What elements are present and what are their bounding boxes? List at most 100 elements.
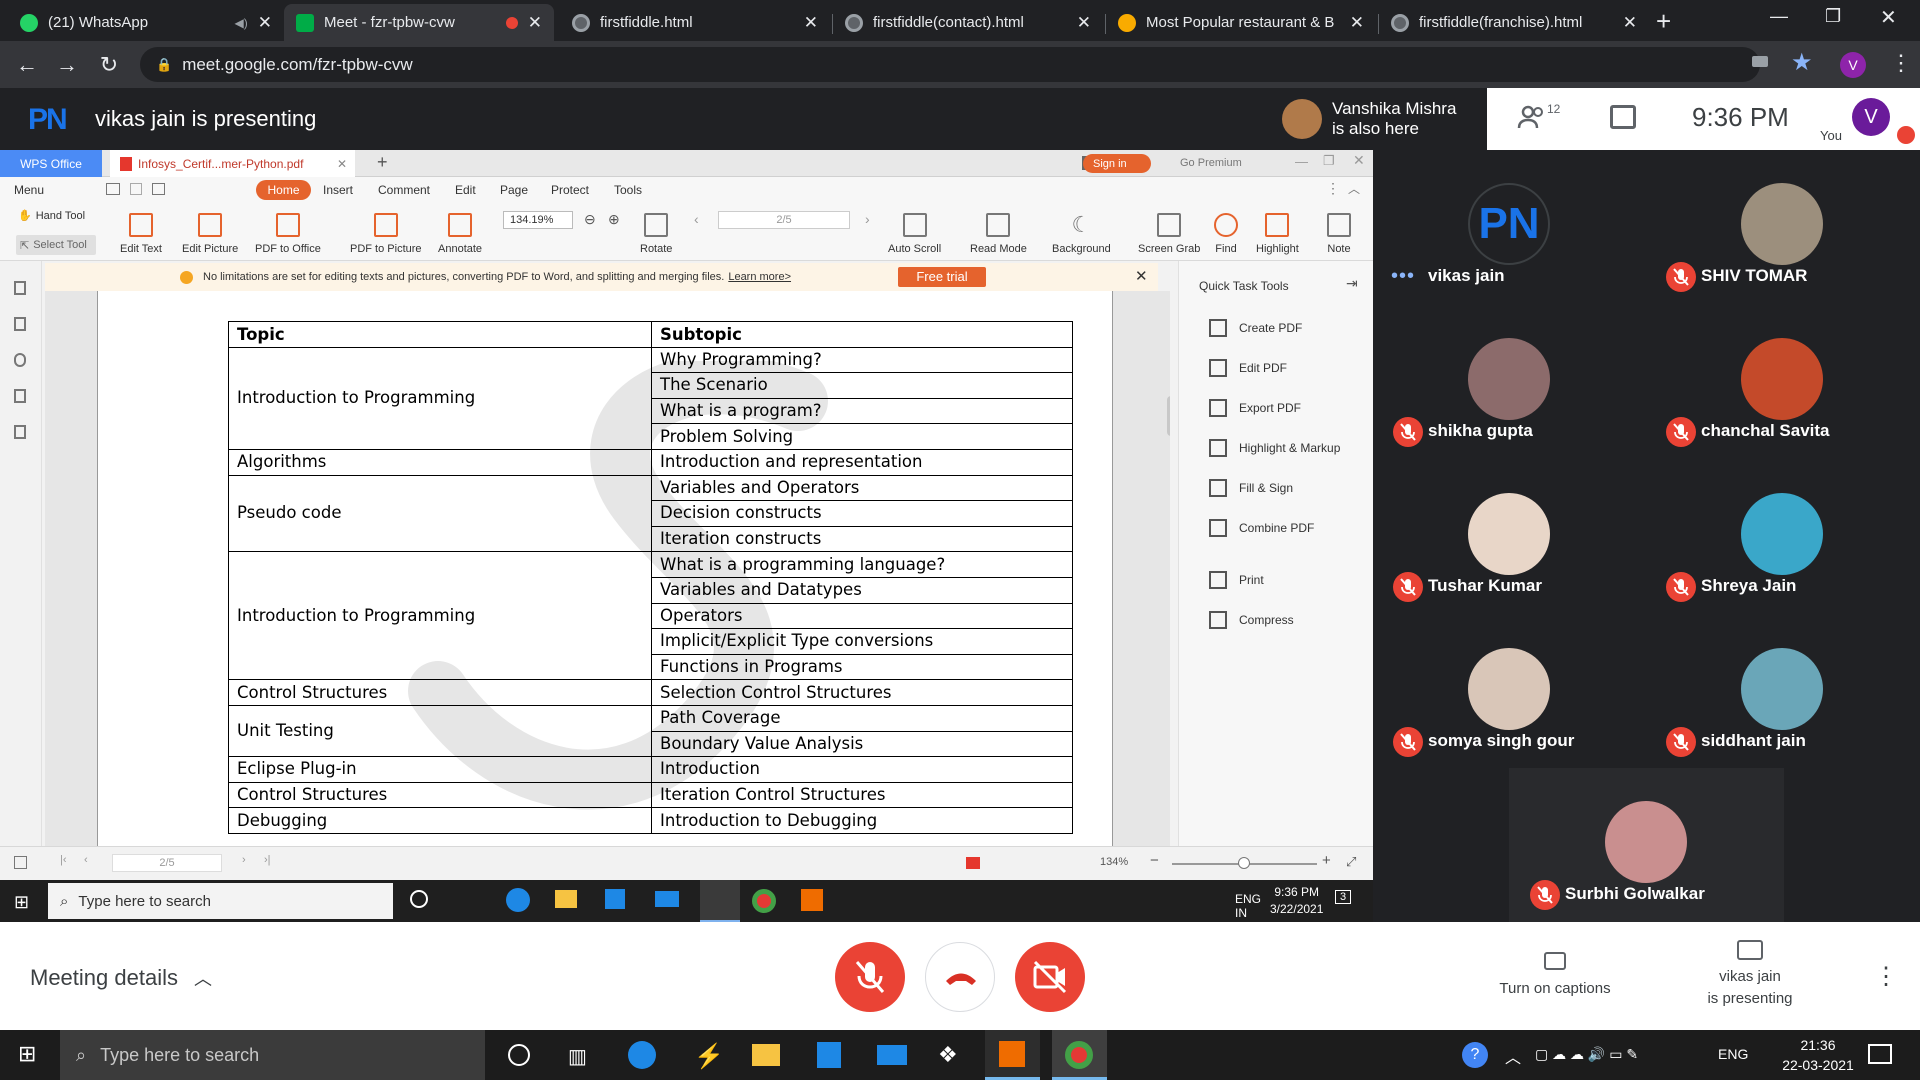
edit-picture-button[interactable]: Edit Picture [182, 203, 238, 261]
pdf-to-office-button[interactable]: PDF to Office [255, 203, 321, 261]
file-explorer-icon[interactable] [752, 1044, 780, 1066]
mute-tab-icon[interactable]: ◀) [235, 16, 248, 30]
sublime-taskbar-item[interactable] [985, 1030, 1040, 1080]
highlight-button[interactable]: Highlight [1256, 203, 1299, 261]
close-icon[interactable]: ✕ [1623, 13, 1637, 33]
tab-restaurant[interactable]: Most Popular restaurant & B ✕ [1106, 4, 1376, 41]
next-page-icon[interactable]: › [242, 854, 246, 866]
participant-tile[interactable]: PN ••• vikas jain [1373, 150, 1646, 305]
vscode-icon[interactable]: ⚡ [694, 1042, 724, 1071]
zoom-in-icon[interactable]: + [1322, 852, 1331, 869]
quick-tool-export-pdf[interactable]: Export PDF [1209, 399, 1301, 417]
menu-tools[interactable]: Tools [614, 183, 642, 197]
read-mode-button[interactable]: Read Mode [970, 203, 1027, 261]
last-page-icon[interactable]: ›| [264, 854, 271, 866]
prev-page-icon[interactable]: ‹ [84, 854, 88, 866]
bookmark-icon[interactable] [14, 281, 26, 295]
leave-call-button[interactable] [925, 942, 995, 1012]
scrollbar-thumb[interactable] [1167, 396, 1170, 436]
collapse-panel-icon[interactable]: ⇥ [1346, 275, 1358, 292]
mic-toggle-button[interactable] [835, 942, 905, 1012]
go-premium-button[interactable]: Go Premium [1180, 157, 1242, 169]
meeting-details-button[interactable]: Meeting details ︿ [30, 965, 212, 991]
close-window-button[interactable]: ✕ [1880, 5, 1897, 30]
pdf-to-picture-button[interactable]: PDF to Picture [350, 203, 422, 261]
cortana-icon[interactable] [508, 1044, 530, 1066]
tab-whatsapp[interactable]: (21) WhatsApp ◀) ✕ [8, 4, 284, 41]
taskbar-search-box[interactable]: ⌕ Type here to search [60, 1030, 485, 1080]
save-icon[interactable] [130, 183, 142, 195]
participant-tile[interactable]: SHIV TOMAR [1646, 150, 1919, 305]
sign-in-button[interactable]: Sign in [1083, 154, 1151, 173]
find-button[interactable]: Find [1214, 203, 1238, 261]
page-number-input[interactable]: 2/5 [718, 211, 850, 229]
quick-tool-fill-sign[interactable]: Fill & Sign [1209, 479, 1293, 497]
status-page-input[interactable]: 2/5 [112, 854, 222, 872]
reload-button[interactable]: ↻ [96, 52, 122, 78]
participant-tile[interactable]: Surbhi Golwalkar [1510, 768, 1783, 923]
people-icon[interactable] [1517, 104, 1547, 130]
browser-menu-icon[interactable]: ⋮ [1890, 50, 1912, 76]
thumbnail-icon[interactable] [14, 317, 26, 331]
menu-protect[interactable]: Protect [551, 183, 589, 197]
play-icon[interactable] [966, 857, 980, 869]
chrome-taskbar-item[interactable] [1052, 1030, 1107, 1080]
bookmark-star-icon[interactable]: ★ [1791, 48, 1813, 77]
mail-icon[interactable] [877, 1045, 907, 1065]
rotate-button[interactable]: Rotate [640, 203, 672, 261]
quick-tool-edit-pdf[interactable]: Edit PDF [1209, 359, 1287, 377]
store-icon[interactable] [817, 1042, 841, 1068]
zoom-out-icon[interactable]: − [1150, 852, 1159, 869]
select-tool[interactable]: ⇱ Select Tool [16, 235, 96, 255]
zoom-input[interactable]: 134.19% [503, 211, 573, 229]
action-center-icon[interactable] [1868, 1044, 1892, 1064]
tab-firstfiddle[interactable]: firstfiddle.html ✕ [560, 4, 830, 41]
close-icon[interactable]: ✕ [804, 13, 818, 33]
print-icon[interactable] [152, 183, 165, 195]
forward-button[interactable]: → [54, 52, 80, 78]
maximize-button[interactable]: ❐ [1323, 153, 1335, 169]
edit-text-button[interactable]: Edit Text [120, 203, 162, 261]
tab-firstfiddle-franchise[interactable]: firstfiddle(franchise).html ✕ [1379, 4, 1649, 41]
presenting-button[interactable]: vikas jain is presenting [1685, 940, 1815, 1010]
close-icon[interactable]: ✕ [1350, 13, 1364, 33]
quick-tool-print[interactable]: Print [1209, 571, 1264, 589]
screen-grab-button[interactable]: Screen Grab [1138, 203, 1200, 261]
participant-tile[interactable]: somya singh gour [1373, 615, 1646, 770]
quick-tool-create-pdf[interactable]: Create PDF [1209, 319, 1302, 337]
quick-tool-highlight-markup[interactable]: Highlight & Markup [1209, 439, 1340, 457]
auto-scroll-button[interactable]: Auto Scroll [888, 203, 941, 261]
tab-meet[interactable]: Meet - fzr-tpbw-cvw ✕ [284, 4, 554, 41]
participant-tile[interactable]: siddhant jain [1646, 615, 1919, 770]
menu-comment[interactable]: Comment [378, 183, 430, 197]
quick-tool-combine-pdf[interactable]: Combine PDF [1209, 519, 1314, 537]
minimize-button[interactable]: — [1770, 6, 1788, 27]
fullscreen-icon[interactable]: ⤢ [1346, 854, 1356, 870]
close-icon[interactable]: ✕ [258, 13, 272, 33]
camera-toggle-button[interactable] [1015, 942, 1085, 1012]
collapse-ribbon-icon[interactable]: ︿ [1348, 180, 1360, 197]
comment-list-icon[interactable] [14, 425, 26, 439]
wps-brand-tab[interactable]: WPS Office [0, 150, 102, 177]
more-icon[interactable]: ⋮ [1326, 180, 1340, 197]
profile-avatar[interactable]: V [1840, 52, 1866, 78]
attachment-icon[interactable] [14, 353, 26, 367]
windows-start-icon[interactable]: ⊞ [18, 1041, 36, 1067]
annotate-button[interactable]: Annotate [438, 203, 482, 261]
menu-insert[interactable]: Insert [323, 183, 353, 197]
dropbox-icon[interactable]: ❖ [938, 1042, 958, 1068]
prev-page-icon[interactable]: ‹ [694, 211, 699, 227]
zoom-out-icon[interactable]: ⊖ [584, 211, 596, 228]
address-bar[interactable]: 🔒 meet.google.com/fzr-tpbw-cvw [140, 47, 1760, 82]
close-window-button[interactable]: ✕ [1353, 152, 1365, 169]
document-viewport[interactable]: Topic Subtopic Introduction to Programming… [45, 291, 1170, 846]
new-tab-button[interactable]: + [1656, 6, 1671, 37]
captions-button[interactable]: Turn on captions [1480, 952, 1630, 997]
open-icon[interactable] [106, 183, 120, 195]
zoom-slider-thumb[interactable] [1238, 857, 1250, 869]
participant-tile[interactable]: Shreya Jain [1646, 460, 1919, 615]
chat-icon[interactable] [1610, 105, 1636, 129]
hand-tool[interactable]: ✋ Hand Tool [18, 209, 85, 223]
participant-tile[interactable]: shikha gupta [1373, 305, 1646, 460]
first-page-icon[interactable]: |‹ [60, 854, 67, 866]
